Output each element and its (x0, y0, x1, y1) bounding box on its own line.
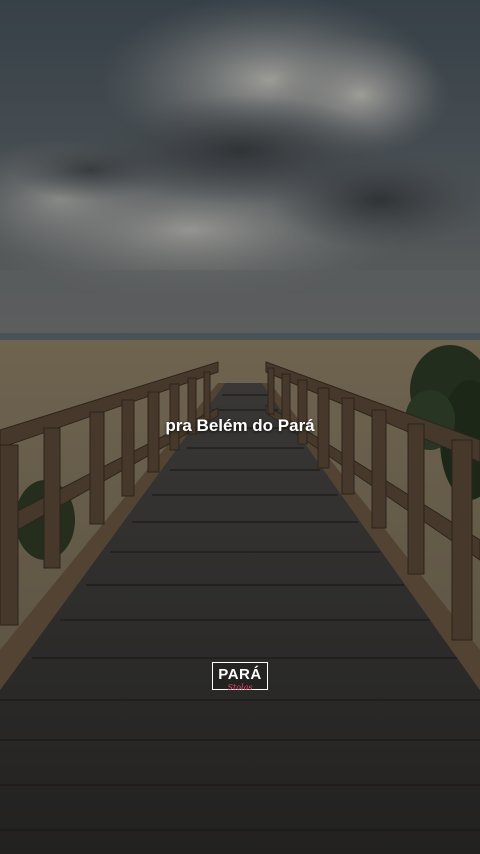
logo-subtitle: Stolas (227, 683, 253, 692)
video-frame[interactable]: pra Belém do Pará PARÁ Stolas (0, 0, 480, 854)
video-caption: pra Belém do Pará (165, 416, 315, 435)
logo-title: PARÁ (218, 666, 262, 683)
brand-logo: PARÁ Stolas (212, 662, 268, 692)
